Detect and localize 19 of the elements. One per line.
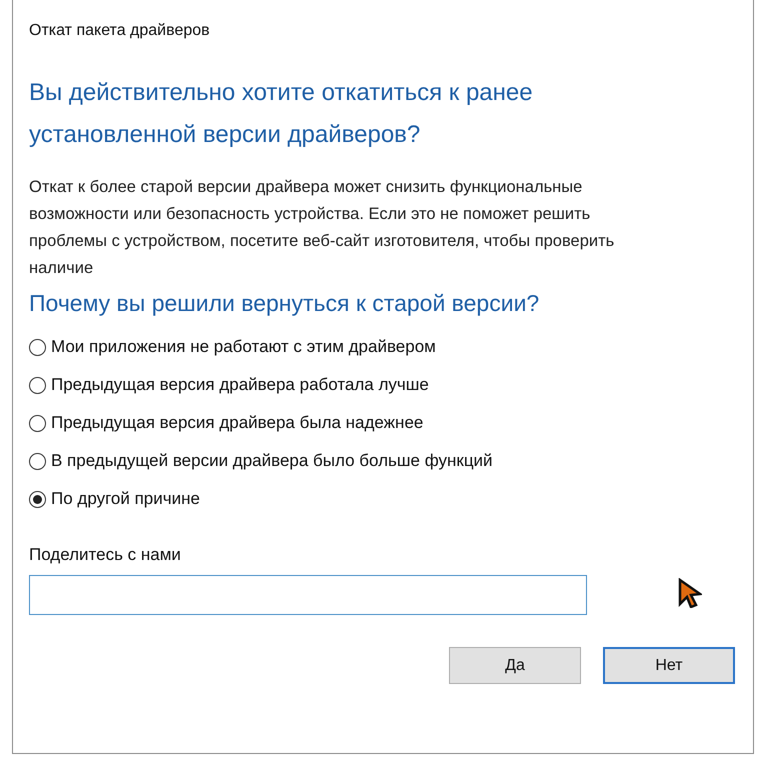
radio-circle-icon[interactable] [29,490,46,508]
reason-radio-option[interactable]: В предыдущей версии драйвера было больше функций [29,451,493,471]
radio-circle-icon[interactable] [29,414,46,432]
feedback-input-field[interactable] [29,575,587,615]
reason-radio-option[interactable]: Предыдущая версия драйвера была надежнее [29,413,424,433]
radio-circle-icon[interactable] [29,376,46,394]
mouse-pointer-icon [678,578,702,608]
reason-radio-option[interactable]: Мои приложения не работают с этим драйвером [29,337,436,357]
question-heading: Почему вы решили вернуться к старой версии? [29,290,540,317]
dialog-button[interactable]: Да [449,647,581,684]
reason-radio-option[interactable]: Предыдущая версия драйвера работала лучше [29,375,429,395]
reason-radio-option[interactable]: По другой причине [29,489,200,509]
radio-circle-icon[interactable] [29,338,46,356]
default-button[interactable]: Нет [603,647,735,684]
dialog-heading: Вы действительно хотите откатиться к ранее установленной версии драйверов? [29,78,534,150]
feedback-label: Поделитесь с нами [29,545,182,565]
window-title: Откат пакета драйверов [29,22,211,40]
radio-circle-icon[interactable] [29,452,46,470]
description-text: Откат к более старой версии драйвера может снизить функциональные возможности или безопасность устройства. Если это не поможет решить проблемы с устройством, посетите веб-сайт изготовителя, чтобы проверить наличие [29,177,616,279]
